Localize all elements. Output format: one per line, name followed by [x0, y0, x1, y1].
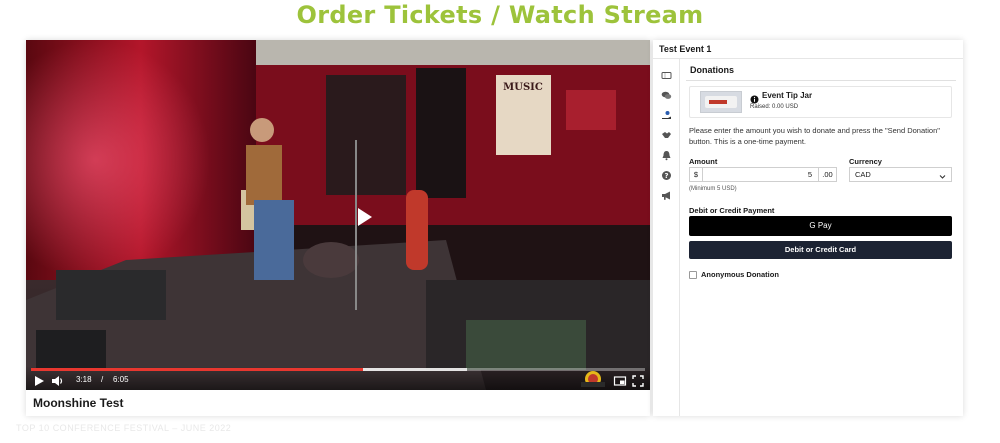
info-icon: [750, 91, 759, 104]
festival-logo: [578, 370, 608, 388]
amount-input-group: $ 5 .00: [689, 167, 837, 182]
svg-text:?: ?: [664, 172, 668, 180]
ticket-icon[interactable]: [661, 68, 672, 79]
progress-buffered: [362, 368, 467, 371]
tip-jar-thumbnail: [700, 91, 742, 113]
amount-input[interactable]: 5: [702, 167, 819, 182]
google-pay-button[interactable]: G Pay: [689, 216, 952, 236]
progress-bar[interactable]: [31, 368, 645, 371]
video-caption: Moonshine Test: [33, 396, 124, 410]
help-icon[interactable]: ?: [661, 168, 672, 180]
donate-hand-icon[interactable]: [661, 108, 672, 119]
video-card: MUSIC 3:18 / 6:05 Moonshine Test: [26, 40, 650, 416]
debit-credit-card-button[interactable]: Debit or Credit Card: [689, 241, 952, 259]
currency-label: Currency: [849, 157, 882, 166]
current-time: 3:18: [76, 375, 92, 384]
event-title: Test Event 1: [659, 44, 712, 54]
amount-prefix: $: [689, 167, 703, 182]
center-play-button[interactable]: [353, 206, 375, 228]
video-frame: MUSIC: [26, 40, 650, 390]
amount-label: Amount: [689, 157, 718, 166]
minimum-note: (Minimum 5 USD): [689, 186, 737, 192]
chat-icon[interactable]: [661, 88, 672, 99]
google-pay-label: G Pay: [809, 221, 832, 230]
footer-watermark: TOP 10 CONFERENCE FESTIVAL – JUNE 2022: [16, 423, 232, 433]
tip-jar-raised: Raised: 0.00 USD: [750, 104, 799, 110]
duration: 6:05: [113, 375, 129, 384]
payment-label: Debit or Credit Payment: [689, 206, 775, 215]
fullscreen-icon[interactable]: [631, 374, 645, 388]
bell-icon[interactable]: [661, 148, 672, 161]
tip-jar-title: Event Tip Jar: [762, 91, 813, 100]
amount-suffix: .00: [818, 167, 837, 182]
section-divider: [686, 80, 956, 81]
donations-panel: Donations Event Tip Jar Raised: 0.00 USD…: [680, 58, 963, 416]
currency-value: CAD: [855, 170, 871, 179]
play-icon[interactable]: [32, 374, 46, 388]
progress-played: [31, 368, 363, 371]
panel-icon-rail: ?: [653, 58, 680, 416]
megaphone-icon[interactable]: [661, 188, 672, 200]
currency-select[interactable]: CAD: [849, 167, 952, 182]
anonymous-checkbox[interactable]: [689, 271, 697, 279]
donations-title: Donations: [690, 65, 734, 75]
poster-sign: MUSIC: [503, 82, 543, 93]
page-title: Order Tickets / Watch Stream: [296, 1, 704, 29]
chevron-down-icon: [939, 171, 946, 179]
volume-icon[interactable]: [50, 374, 64, 388]
pip-icon[interactable]: [613, 374, 627, 388]
time-separator: /: [101, 375, 104, 384]
anonymous-label: Anonymous Donation: [701, 270, 779, 279]
handshake-icon[interactable]: [661, 128, 672, 139]
event-panel: Test Event 1 ? Donations Event Tip Jar R…: [653, 40, 963, 416]
tip-jar-card: Event Tip Jar Raised: 0.00 USD: [689, 86, 952, 118]
donation-description: Please enter the amount you wish to dona…: [689, 126, 940, 146]
video-player[interactable]: MUSIC 3:18 / 6:05: [26, 40, 650, 390]
